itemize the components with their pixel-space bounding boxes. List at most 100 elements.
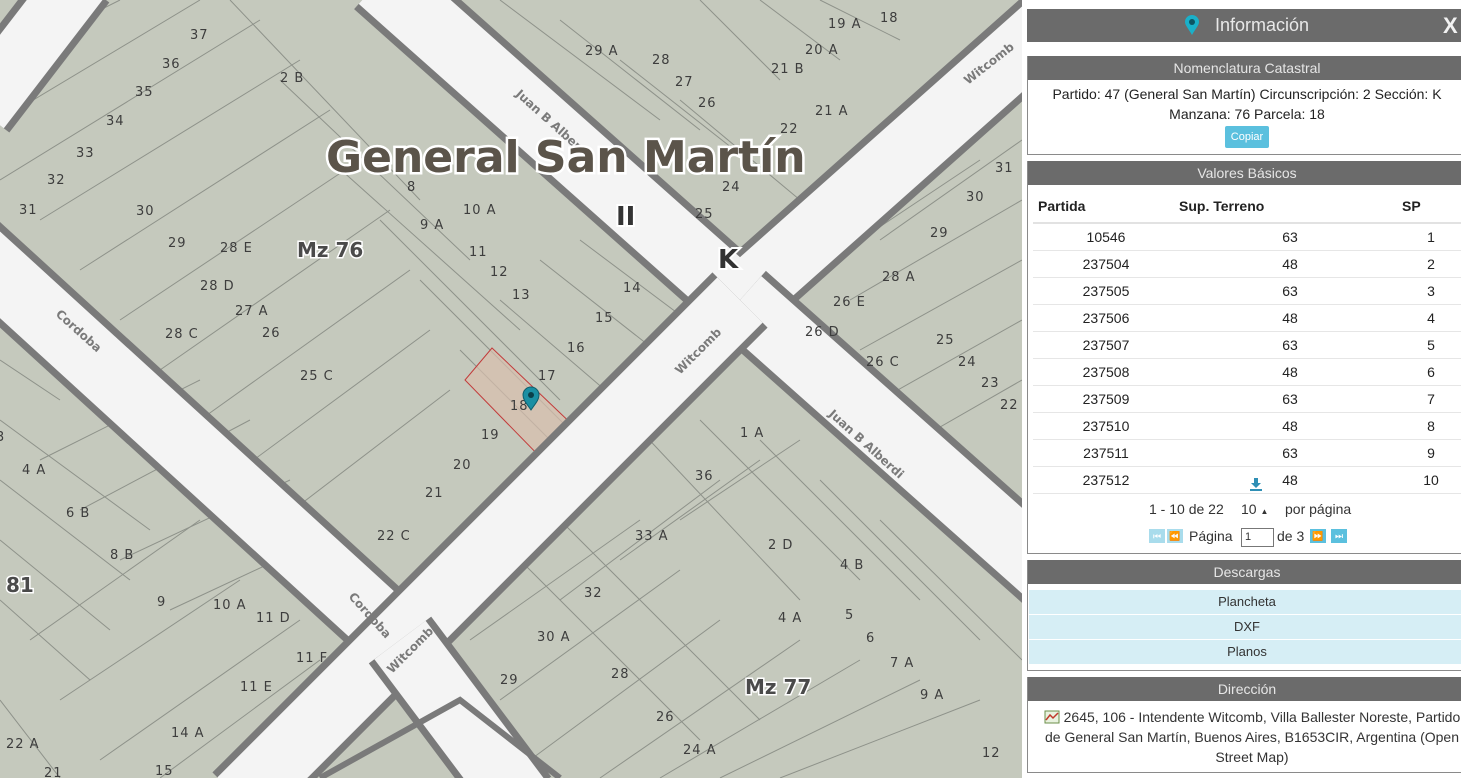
parcel-label: 15 — [595, 311, 614, 326]
download-planos-link[interactable]: Planos — [1029, 640, 1461, 665]
table-row[interactable]: 237505 63 3 — [1033, 277, 1461, 305]
parcel-label: 27 — [675, 75, 694, 90]
table-row[interactable]: 237506 48 4 — [1033, 304, 1461, 332]
parcel-label: 24 A — [683, 743, 717, 758]
first-page-button[interactable]: ⏮ — [1149, 529, 1165, 543]
circunscripcion-label: II — [616, 202, 635, 232]
column-header-partida[interactable]: Partida — [1033, 185, 1179, 224]
partida-cell: 10546 — [1033, 223, 1179, 251]
panel-title: Información — [1215, 15, 1310, 35]
parcel-label: 11 E — [240, 680, 273, 695]
page-input[interactable]: 1 — [1241, 528, 1274, 547]
parcel-label: 9 A — [420, 218, 444, 233]
parcel-label: 6 — [866, 631, 875, 646]
sp-cell: 2 — [1401, 250, 1461, 278]
download-plancheta-link[interactable]: Plancheta — [1029, 590, 1461, 615]
map-pin-icon — [1185, 15, 1199, 35]
parcel-label: 20 — [453, 458, 472, 473]
table-row[interactable]: 237509 63 7 — [1033, 385, 1461, 413]
sp-cell: 5 — [1401, 331, 1461, 359]
table-row[interactable]: 237511 63 9 — [1033, 439, 1461, 467]
cadastral-map[interactable]: Juan B Alberdi Juan B Alberdi Witcomb Wi… — [0, 0, 1022, 778]
column-header-sp[interactable]: SP — [1401, 185, 1461, 224]
sup-terreno-cell: 63 — [1179, 385, 1401, 413]
table-row[interactable]: 237507 63 5 — [1033, 331, 1461, 359]
download-icon[interactable] — [1249, 477, 1263, 491]
parcel-label: 6 B — [66, 506, 90, 521]
block-label-mz77: Mz 77 — [745, 675, 811, 699]
sup-terreno-cell: 63 — [1179, 439, 1401, 467]
parcel-label: 14 A — [171, 726, 205, 741]
partida-cell: 237504 — [1033, 250, 1179, 278]
parcel-label: 18 — [880, 11, 899, 26]
download-dxf-link[interactable]: DXF — [1029, 615, 1461, 640]
table-row[interactable]: 237512 48 10 — [1033, 466, 1461, 494]
copy-button[interactable]: Copiar — [1224, 126, 1270, 148]
parcel-label: 21 B — [771, 62, 805, 77]
direccion-section: Dirección 2645, 106 - Intendente Witcomb… — [1027, 677, 1461, 773]
block-label-81: 81 — [6, 573, 34, 597]
partida-cell: 237511 — [1033, 439, 1179, 467]
parcel-label: 29 A — [585, 44, 619, 59]
map-icon[interactable] — [1044, 710, 1060, 724]
parcel-label: 32 — [584, 586, 603, 601]
parcel-label: 12 — [982, 746, 1001, 761]
parcel-label: 10 A — [213, 598, 247, 613]
parcel-label: 24 — [958, 355, 977, 370]
range-text: 1 - 10 de 22 — [1149, 501, 1224, 517]
table-row[interactable]: 10546 63 1 — [1033, 223, 1461, 251]
sup-terreno-cell: 48 — [1179, 250, 1401, 278]
partida-cell: 237508 — [1033, 358, 1179, 386]
last-page-button[interactable]: ⏭ — [1331, 529, 1347, 543]
sup-terreno-cell: 48 — [1179, 412, 1401, 440]
info-panel: Información X Nomenclatura Catastral Par… — [1022, 0, 1461, 778]
sup-terreno-cell: 63 — [1179, 331, 1401, 359]
parcel-label: 13 — [512, 288, 531, 303]
prev-page-button[interactable]: ⏪ — [1167, 529, 1183, 543]
parcel-label: 21 — [44, 766, 63, 778]
next-page-button[interactable]: ⏩ — [1310, 529, 1326, 543]
descargas-header: Descargas — [1028, 560, 1461, 584]
parcel-label: 29 — [168, 236, 187, 251]
parcel-label: 11 — [469, 245, 488, 260]
close-button[interactable]: X — [1443, 9, 1458, 42]
parcel-label: 4 A — [22, 463, 46, 478]
map-canvas[interactable]: Juan B Alberdi Juan B Alberdi Witcomb Wi… — [0, 0, 1022, 778]
address-text: 2645, 106 - Intendente Witcomb, Villa Ba… — [1044, 709, 1461, 765]
parcel-label: 22 A — [6, 737, 40, 752]
partida-cell: 237509 — [1033, 385, 1179, 413]
sp-cell: 3 — [1401, 277, 1461, 305]
parcel-label: 28 A — [882, 270, 916, 285]
parcel-label: 2 D — [768, 538, 793, 553]
nomenclatura-text: Partido: 47 (General San Martín) Circuns… — [1028, 80, 1461, 148]
parcel-label: 15 — [155, 764, 174, 778]
page-size-select[interactable]: 10 ▲ — [1241, 501, 1268, 517]
parcel-label: 28 D — [200, 279, 235, 294]
valores-table: Partida Sup. Terreno SP 10546 63 1 237504 4… — [1033, 185, 1461, 494]
sp-cell: 7 — [1401, 385, 1461, 413]
table-row[interactable]: 237508 48 6 — [1033, 358, 1461, 386]
of-pages-label: de 3 — [1277, 528, 1305, 544]
parcel-label: 33 A — [635, 529, 669, 544]
direccion-text: 2645, 106 - Intendente Witcomb, Villa Ba… — [1028, 701, 1461, 767]
column-header-sup-terreno[interactable]: Sup. Terreno — [1179, 185, 1401, 224]
table-row[interactable]: 237504 48 2 — [1033, 250, 1461, 278]
parcel-label: 12 — [490, 265, 509, 280]
parcel-label: 10 A — [463, 203, 497, 218]
sup-terreno-cell: 63 — [1179, 223, 1401, 251]
table-row[interactable]: 237510 48 8 — [1033, 412, 1461, 440]
parcel-label: 8 B — [110, 548, 134, 563]
parcel-label: 31 — [995, 161, 1014, 176]
parcel-label: 34 — [106, 114, 125, 129]
parcel-label: 26 D — [805, 325, 840, 340]
sp-cell: 1 — [1401, 223, 1461, 251]
sup-terreno-cell: 63 — [1179, 277, 1401, 305]
parcel-label: 33 — [76, 146, 95, 161]
valores-header: Valores Básicos — [1028, 161, 1461, 185]
sp-cell: 9 — [1401, 439, 1461, 467]
parcel-label: 2 B — [280, 71, 304, 86]
parcel-label: 4 B — [840, 558, 864, 573]
partida-cell: 237505 — [1033, 277, 1179, 305]
nomenclatura-header: Nomenclatura Catastral — [1028, 56, 1461, 80]
parcel-label: 28 — [611, 667, 630, 682]
